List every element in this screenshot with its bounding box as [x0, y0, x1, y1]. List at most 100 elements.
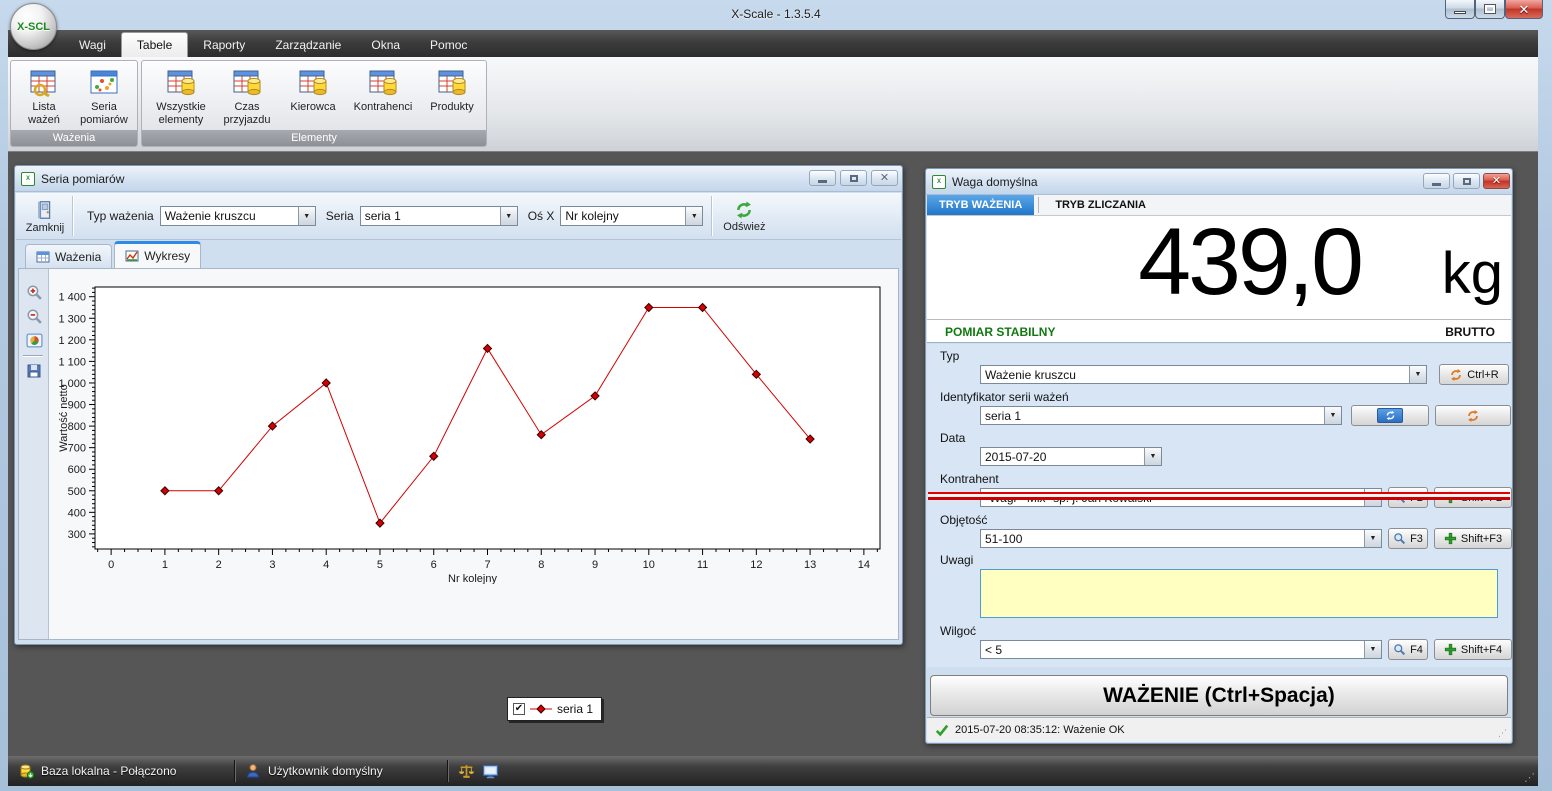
restore-button[interactable]	[840, 170, 867, 186]
window-icon: X	[21, 172, 35, 186]
svg-text:700: 700	[68, 443, 86, 455]
minimize-button[interactable]	[1423, 173, 1450, 189]
toolbar-separator	[23, 355, 43, 356]
ribbon-button-seria-pomiarow[interactable]: Seria pomiarów	[75, 65, 133, 131]
weighing-type-combo[interactable]: Ważenie kruszcu ▼	[160, 206, 316, 226]
maximize-button[interactable]	[1475, 0, 1505, 19]
svg-text:5: 5	[377, 559, 383, 571]
chart-options-button[interactable]	[23, 329, 45, 351]
svg-text:1: 1	[162, 559, 168, 571]
wilgoc-combo[interactable]: < 5 ▼	[980, 640, 1382, 659]
series-tabs: Ważenia Wykresy	[25, 244, 201, 269]
zoom-out-icon	[26, 308, 43, 325]
device-status	[448, 756, 509, 786]
wilgoc-search-button[interactable]: F4	[1388, 639, 1428, 660]
refresh-button[interactable]: Odśwież	[716, 194, 772, 238]
close-window-button[interactable]: Zamknij	[22, 194, 68, 238]
maximize-icon	[1463, 178, 1471, 185]
ribbon-group-elementy: Wszystkie elementy Czas przyjazdu Kierow…	[141, 60, 487, 147]
ribbon-button-wszystkie-elementy[interactable]: Wszystkie elementy	[150, 65, 212, 131]
tab-separator	[1038, 197, 1039, 213]
scatter-chart-icon	[88, 67, 120, 99]
refresh-icon	[1466, 409, 1480, 423]
typ-combo[interactable]: Ważenie kruszcu ▼	[980, 365, 1427, 384]
series-chart: 3004005006007008009001 0001 1001 2001 30…	[56, 272, 906, 589]
gross-mode-label: BRUTTO	[1445, 325, 1495, 339]
typ-label: Typ	[940, 349, 959, 363]
ribbon-button-kontrahenci[interactable]: Kontrahenci	[348, 65, 418, 131]
x-axis-label: Oś X	[528, 209, 555, 223]
minimize-icon	[1432, 183, 1441, 186]
scale-status-bar: 2015-07-20 08:35:12: Ważenie OK ⋰	[927, 717, 1511, 742]
resize-grip[interactable]: ⋰	[1524, 771, 1535, 784]
menu-tab-zarzadzanie[interactable]: Zarządzanie	[260, 33, 356, 57]
seria-combo[interactable]: seria 1 ▼	[980, 406, 1342, 425]
objetosc-search-button[interactable]: F3	[1388, 528, 1428, 549]
menu-bar: Wagi Tabele Raporty Zarządzanie Okna Pom…	[8, 30, 1538, 57]
menu-tab-pomoc[interactable]: Pomoc	[415, 33, 482, 57]
chart-options-icon	[26, 332, 43, 349]
svg-text:600: 600	[68, 464, 86, 476]
scale-window-title: Waga domyślna	[952, 175, 1038, 189]
table-magnifier-icon	[28, 67, 60, 99]
tab-wykresy[interactable]: Wykresy	[114, 241, 201, 268]
seria-new-button[interactable]	[1351, 405, 1429, 426]
scale-icon	[458, 763, 475, 780]
ribbon-group-wazenia: Lista ważeń Seria pomiarów Ważenia	[10, 60, 138, 147]
close-button[interactable]: ✕	[1505, 0, 1543, 19]
application-window: X-Scale - 1.3.5.4 ✕ X-SCL Wagi Tabele Ra…	[0, 0, 1552, 791]
ribbon-button-produkty[interactable]: Produkty	[422, 65, 482, 131]
zoom-out-button[interactable]	[23, 305, 45, 327]
uwagi-textarea[interactable]	[980, 569, 1498, 618]
tab-wazenia[interactable]: Ważenia	[25, 244, 112, 268]
weighing-form: Typ Ważenie kruszcu ▼ Ctrl+R Identyfikat…	[927, 344, 1511, 667]
table-database-icon	[436, 67, 468, 99]
type-refresh-button[interactable]: Ctrl+R	[1439, 364, 1509, 385]
weigh-button[interactable]: WAŻENIE (Ctrl+Spacja)	[930, 675, 1508, 716]
monitor-icon	[482, 763, 499, 780]
menu-tab-okna[interactable]: Okna	[356, 33, 415, 57]
stable-status: POMIAR STABILNY	[945, 325, 1055, 339]
close-button[interactable]: ✕	[1483, 173, 1510, 189]
x-axis-combo[interactable]: Nr kolejny ▼	[560, 206, 703, 226]
wilgoc-label: Wilgoć	[940, 624, 976, 638]
minimize-button[interactable]	[1445, 0, 1475, 19]
series-combo[interactable]: seria 1 ▼	[360, 206, 518, 226]
legend-entry: seria 1	[557, 702, 593, 716]
svg-text:400: 400	[68, 507, 86, 519]
minimize-icon	[1454, 11, 1466, 14]
restore-icon	[850, 175, 858, 182]
svg-text:7: 7	[484, 559, 490, 571]
objetosc-combo[interactable]: 51-100 ▼	[980, 529, 1382, 548]
seria-refresh-button[interactable]	[1435, 405, 1511, 426]
ribbon-button-lista-wazen[interactable]: Lista ważeń	[15, 65, 73, 131]
ribbon-group-label: Elementy	[142, 130, 486, 146]
wilgoc-add-button[interactable]: Shift+F4	[1434, 639, 1512, 660]
svg-text:9: 9	[592, 559, 598, 571]
window-icon: X	[932, 175, 946, 189]
menu-tab-wagi[interactable]: Wagi	[64, 33, 121, 57]
svg-text:Nr kolejny: Nr kolejny	[448, 573, 497, 584]
chevron-down-icon: ▼	[298, 207, 315, 225]
tab-tryb-wazenia[interactable]: TRYB WAŻENIA	[927, 195, 1034, 215]
zoom-in-icon	[26, 284, 43, 301]
menu-tab-raporty[interactable]: Raporty	[188, 33, 260, 57]
close-button[interactable]: ✕	[871, 170, 898, 186]
ribbon-button-czas-przyjazdu[interactable]: Czas przyjazdu	[216, 65, 278, 131]
zoom-in-button[interactable]	[23, 281, 45, 303]
ribbon-button-kierowca[interactable]: Kierowca	[282, 65, 344, 131]
legend-checkbox[interactable]: ✔	[513, 703, 525, 715]
series-window-titlebar[interactable]: X Seria pomiarów	[15, 166, 902, 192]
maximize-button[interactable]	[1453, 173, 1480, 189]
database-icon	[18, 763, 34, 779]
minimize-button[interactable]	[809, 170, 836, 186]
resize-grip[interactable]: ⋰	[1498, 729, 1508, 739]
chevron-down-icon: ▼	[1364, 641, 1381, 658]
data-combo[interactable]: 2015-07-20 ▼	[980, 447, 1162, 466]
save-chart-button[interactable]	[23, 360, 45, 382]
menu-tab-tabele[interactable]: Tabele	[121, 32, 188, 57]
objetosc-add-button[interactable]: Shift+F3	[1434, 528, 1512, 549]
series-window: X Seria pomiarów ✕ Zamknij Typ ważenia W…	[14, 165, 903, 645]
window-title: X-Scale - 1.3.5.4	[0, 7, 1552, 21]
svg-text:13: 13	[804, 559, 816, 571]
